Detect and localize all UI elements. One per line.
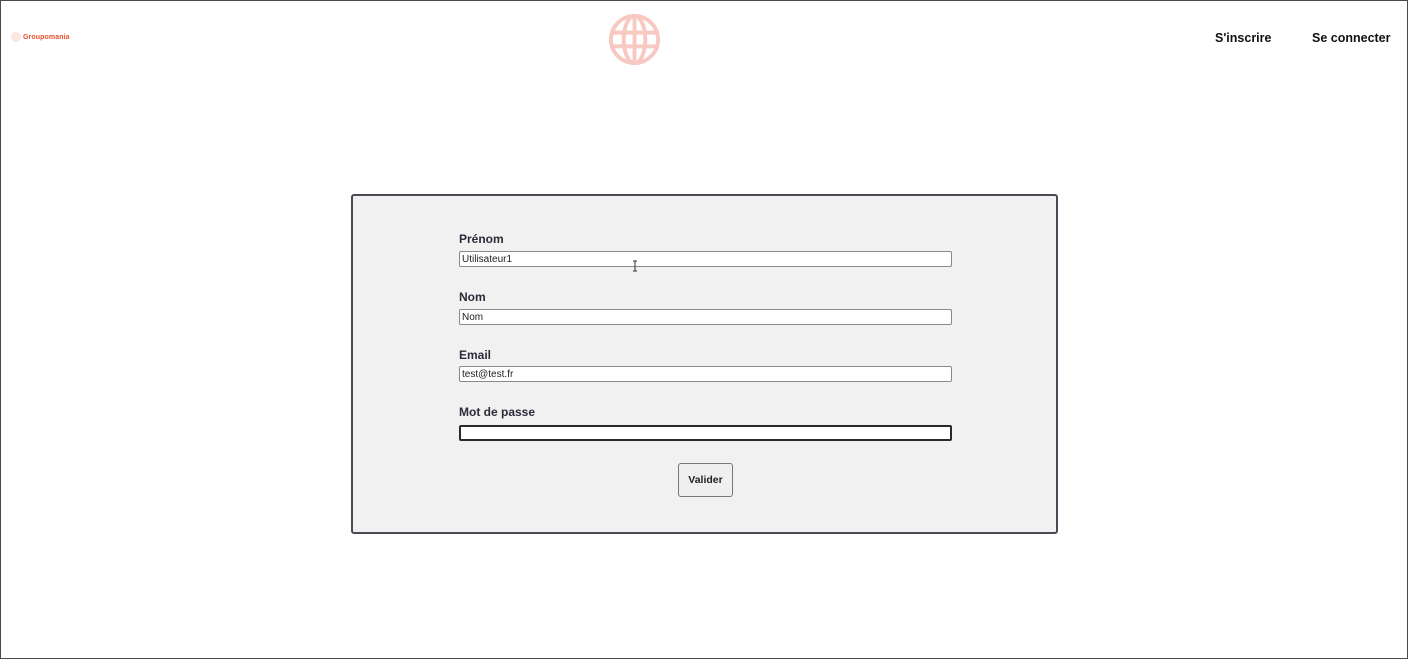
app-window: Groupomania S'inscrire Se connecter Prén… bbox=[0, 0, 1408, 659]
first-name-label: Prénom bbox=[459, 232, 504, 246]
nav-signup-link[interactable]: S'inscrire bbox=[1215, 31, 1271, 45]
email-label: Email bbox=[459, 348, 492, 362]
brand-mark-icon bbox=[11, 32, 21, 42]
last-name-label: Nom bbox=[459, 290, 486, 304]
submit-button[interactable]: Valider bbox=[678, 463, 733, 497]
signup-form: Prénom Nom Email Mot de passe Valider bbox=[351, 194, 1058, 534]
password-input[interactable] bbox=[459, 425, 952, 441]
text-cursor-icon bbox=[633, 260, 637, 272]
brand-name: Groupomania bbox=[23, 33, 70, 41]
globe-icon bbox=[608, 13, 661, 66]
nav-login-link[interactable]: Se connecter bbox=[1312, 31, 1391, 45]
email-input[interactable] bbox=[459, 366, 952, 382]
first-name-input[interactable] bbox=[459, 251, 952, 267]
password-label: Mot de passe bbox=[459, 405, 536, 419]
last-name-input[interactable] bbox=[459, 309, 952, 325]
brand-logo[interactable]: Groupomania bbox=[11, 32, 70, 42]
